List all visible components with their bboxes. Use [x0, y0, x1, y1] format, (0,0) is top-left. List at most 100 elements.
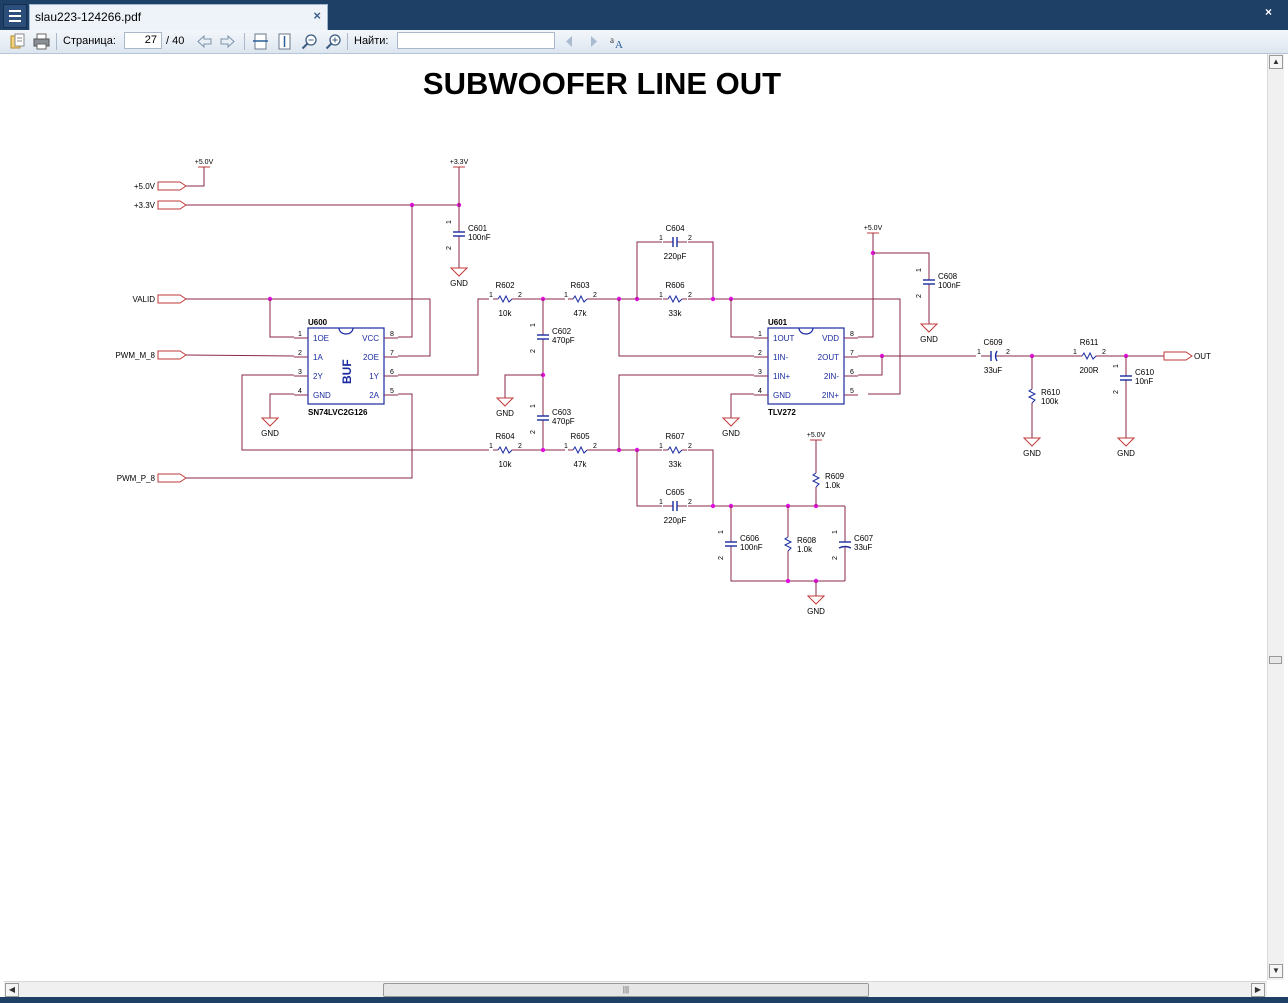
component-value: 200R	[1079, 366, 1098, 375]
pin-number: 2	[1006, 349, 1010, 356]
pin-number: 1	[1113, 364, 1120, 368]
pin-number: 1	[977, 349, 981, 356]
search-input[interactable]	[397, 32, 555, 49]
component-ref: C606	[740, 534, 760, 543]
wire	[636, 241, 662, 299]
menu-icon[interactable]	[3, 4, 27, 28]
ground-label: GND	[1023, 449, 1041, 458]
wire	[873, 252, 930, 270]
horizontal-scroll-thumb[interactable]: |||	[383, 983, 869, 997]
pin-number: 1	[298, 331, 302, 338]
match-case-icon[interactable]: aA	[609, 33, 626, 50]
vertical-scroll-thumb[interactable]	[1269, 656, 1282, 664]
component-ref: R609	[825, 472, 845, 481]
document-page[interactable]: SUBWOOFER LINE OUT +5.0V +5.0V +3.3V VALID P…	[4, 54, 1266, 980]
component-ref: C604	[665, 224, 685, 233]
page-number-input[interactable]: 27	[124, 32, 162, 49]
print-icon[interactable]	[33, 33, 50, 50]
pin-number: 2	[832, 556, 839, 560]
pin-number: 2	[758, 350, 762, 357]
scroll-left-icon[interactable]: ◀	[5, 983, 19, 997]
pin-number: 2	[1102, 349, 1106, 356]
component-ref: C605	[665, 488, 685, 497]
horizontal-scrollbar[interactable]: ◀ ||| ▶	[4, 981, 1267, 998]
pin-number: 2	[688, 443, 692, 450]
pin-name: 2A	[369, 391, 379, 400]
pin-number: 2	[530, 349, 537, 353]
component-value: 47k	[574, 460, 588, 469]
pin-number: 1	[832, 530, 839, 534]
pin-number: 1	[659, 499, 663, 506]
wire	[688, 449, 714, 506]
pin-number: 1	[659, 235, 663, 242]
next-page-icon[interactable]	[219, 33, 236, 50]
resistor-symbol	[667, 445, 683, 455]
ground-label: GND	[496, 409, 514, 418]
component-ref: R602	[495, 281, 515, 290]
pin-number: 2	[688, 235, 692, 242]
port-label: +5.0V	[134, 182, 156, 191]
wire	[185, 354, 295, 357]
ground-label: GND	[1117, 449, 1135, 458]
component-ref: C610	[1135, 368, 1155, 377]
ic-ref: U600	[308, 318, 328, 327]
scroll-right-icon[interactable]: ▶	[1251, 983, 1265, 997]
ground-symbol	[919, 323, 939, 333]
pin-number: 7	[390, 350, 394, 357]
ground-label: GND	[807, 607, 825, 616]
component-value: 470pF	[552, 417, 575, 426]
port-flag	[157, 473, 187, 483]
pin-number: 2	[298, 350, 302, 357]
fit-width-icon[interactable]	[252, 33, 269, 50]
resistor-symbol	[497, 445, 513, 455]
window-close-icon[interactable]: ×	[1265, 5, 1272, 19]
pin-name: 2Y	[313, 372, 323, 381]
pin-number: 2	[593, 292, 597, 299]
pin-number: 2	[688, 499, 692, 506]
resistor-symbol	[572, 294, 588, 304]
wire	[636, 450, 662, 507]
find-label: Найти:	[354, 35, 389, 47]
wire	[688, 241, 714, 299]
prev-page-icon[interactable]	[196, 33, 213, 50]
pin-number: 1	[718, 530, 725, 534]
wire	[269, 299, 294, 338]
wire	[858, 233, 874, 338]
resistor-symbol	[1027, 388, 1037, 404]
tab-close-icon[interactable]: ×	[313, 8, 321, 23]
component-value: 100nF	[938, 281, 961, 290]
pin-name: 1IN+	[773, 372, 790, 381]
pin-number: 2	[530, 430, 537, 434]
component-ref: R607	[665, 432, 685, 441]
wire	[398, 205, 413, 338]
component-value: 220pF	[664, 252, 687, 261]
pin-number: 2	[688, 292, 692, 299]
port-label: VALID	[132, 295, 155, 304]
vertical-scrollbar[interactable]: ▲ ▼	[1267, 54, 1284, 980]
component-ref: C603	[552, 408, 572, 417]
component-value: 33k	[669, 460, 683, 469]
pin-number: 1	[446, 220, 453, 224]
component-value: 47k	[574, 309, 588, 318]
pin-name: 2OE	[363, 353, 379, 362]
zoom-out-icon[interactable]	[301, 33, 318, 50]
wire	[618, 374, 754, 450]
junction-dot	[785, 578, 791, 584]
page-label: Страница:	[63, 35, 116, 47]
find-next-icon[interactable]	[585, 33, 602, 50]
find-prev-icon[interactable]	[561, 33, 578, 50]
pin-name: VCC	[362, 334, 379, 343]
zoom-in-icon[interactable]	[325, 33, 342, 50]
pin-number: 4	[298, 388, 302, 395]
pin-number: 5	[850, 388, 854, 395]
document-tab[interactable]: slau223-124266.pdf ×	[29, 4, 328, 30]
open-icon[interactable]	[9, 33, 26, 50]
pin-number: 1	[758, 331, 762, 338]
wire	[269, 393, 294, 412]
ground-symbol	[1116, 437, 1136, 447]
scroll-down-icon[interactable]: ▼	[1269, 964, 1283, 978]
port-flag	[157, 181, 187, 191]
ic-notch	[798, 327, 814, 335]
scroll-up-icon[interactable]: ▲	[1269, 55, 1283, 69]
fit-page-icon[interactable]	[276, 33, 293, 50]
